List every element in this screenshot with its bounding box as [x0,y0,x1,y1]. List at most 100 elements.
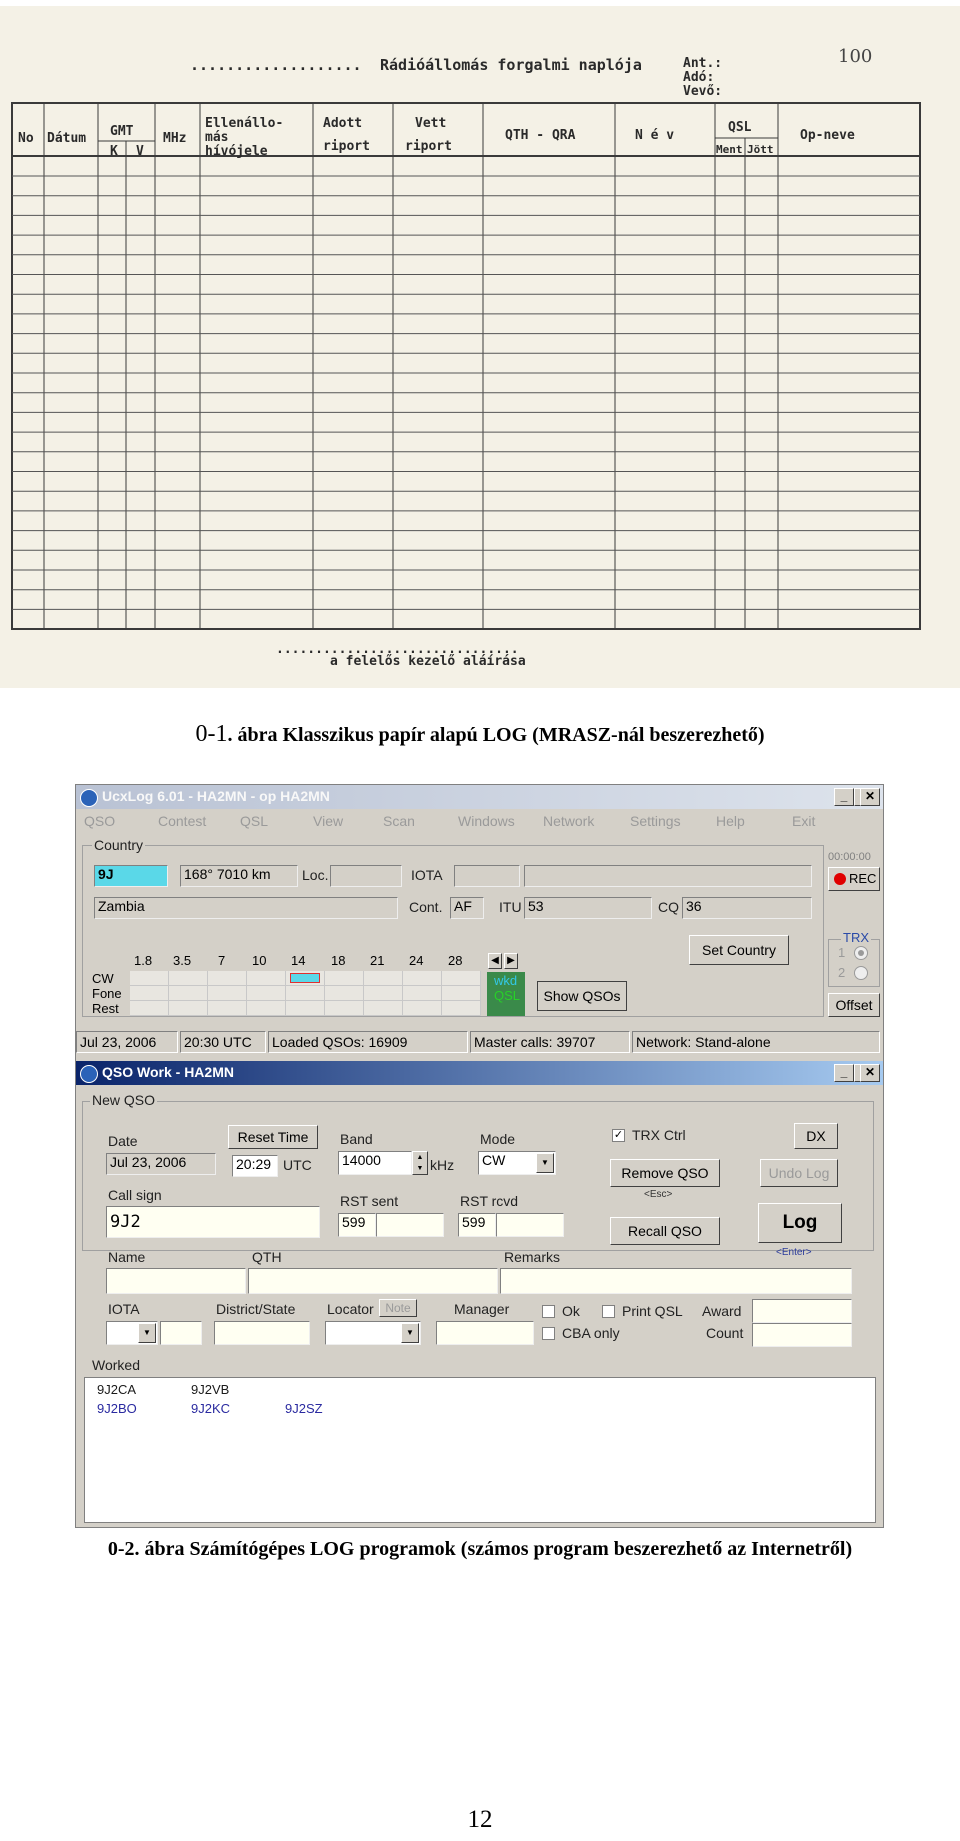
worked-9j2vb[interactable]: 9J2VB [191,1382,229,1397]
undo-log-button[interactable]: Undo Log [760,1159,838,1187]
print-qsl-label: Print QSL [622,1303,683,1319]
menu-settings[interactable]: Settings [630,813,681,829]
band-spinner-icon[interactable]: ▲ ▼ [412,1151,428,1175]
header-qth: QTH - QRA [505,128,576,143]
band-mode-cell [364,1001,403,1016]
rst-rcvd-label: RST rcvd [460,1193,519,1209]
itu-field: 53 [524,897,652,919]
band-mode-cell [403,971,442,986]
print-qsl-checkbox[interactable] [602,1305,615,1318]
menu-view[interactable]: View [313,813,343,829]
band-mode-cell [442,986,481,1001]
band-18: 18 [331,953,346,968]
time-field[interactable]: 20:29 [232,1155,278,1177]
district-field[interactable] [214,1321,310,1345]
cba-only-checkbox[interactable] [542,1327,555,1340]
log-button[interactable]: Log [758,1203,842,1243]
trx-option-2[interactable]: 2 [838,965,845,980]
figure-caption-1: 0-1. ábra Klasszikus papír alapú LOG (MR… [0,721,960,748]
mode-dropdown-icon[interactable]: ▼ [536,1153,554,1173]
menu-scan[interactable]: Scan [383,813,415,829]
remarks-field[interactable] [500,1268,852,1294]
menu-help[interactable]: Help [716,813,745,829]
band-mode-cell [442,1001,481,1016]
band-7: 7 [218,953,226,968]
band-mode-cell [247,986,286,1001]
qsl-legend-label: QSL [494,988,521,1003]
band-field[interactable]: 14000 [338,1151,412,1175]
header-vett-2: riport [405,139,452,154]
ok-checkbox[interactable] [542,1305,555,1318]
status-bar: Jul 23, 2006 20:30 UTC Loaded QSOs: 1690… [76,1031,883,1053]
close-icon[interactable]: ✕ [860,788,880,806]
trx-option-1[interactable]: 1 [838,945,845,960]
remove-qso-button[interactable]: Remove QSO [610,1159,720,1187]
qth-field[interactable] [248,1268,498,1294]
locator-dropdown-icon[interactable]: ▼ [401,1323,419,1343]
manager-field[interactable] [436,1321,534,1345]
iota-dropdown-icon[interactable]: ▼ [138,1323,156,1343]
date-field[interactable]: Jul 23, 2006 [106,1153,216,1175]
rst-rcvd-extra-field[interactable] [496,1213,564,1237]
footer-signature-label: a felelős kezelő aláírása [330,654,526,669]
qso-close-icon[interactable]: ✕ [860,1064,880,1082]
scroll-right-icon[interactable]: ▶ [504,953,518,969]
worked-label: Worked [92,1357,140,1373]
menu-contest[interactable]: Contest [158,813,206,829]
rec-button[interactable]: REC [828,867,880,891]
header-gmt: GMT [110,124,134,139]
khz-label: kHz [430,1157,455,1173]
band-10: 10 [252,953,267,968]
offset-button[interactable]: Offset [828,993,880,1017]
menu-windows[interactable]: Windows [458,813,515,829]
call-sign-field[interactable]: 9J2 [106,1206,320,1238]
worked-9j2ca[interactable]: 9J2CA [97,1382,136,1397]
radio-1-icon[interactable] [854,946,868,960]
trx-ctrl-checkbox[interactable]: ✓ [612,1129,625,1142]
caption-2-text: . ábra Számítógépes LOG programok (számo… [134,1538,853,1560]
menu-network[interactable]: Network [543,813,594,829]
log-grid [11,102,921,630]
menu-qsl[interactable]: QSL [240,813,268,829]
mode-select[interactable]: CW ▼ [478,1151,556,1175]
mode-rest: Rest [92,1001,119,1016]
header-mhz: MHz [163,131,187,146]
menu-qso[interactable]: QSO [84,813,115,829]
header-gmt-v: V [136,144,144,159]
set-country-button[interactable]: Set Country [689,935,789,965]
band-mode-cell [169,1001,208,1016]
rst-sent-label: RST sent [340,1193,399,1209]
show-qsos-button[interactable]: Show QSOs [537,981,627,1011]
mode-value: CW [482,1152,506,1168]
cont-label: Cont. [409,899,443,915]
menu-exit[interactable]: Exit [792,813,815,829]
band-3-5: 3.5 [173,953,192,968]
minimize-icon[interactable]: _ [834,788,854,806]
rst-sent-field[interactable]: 599 [338,1213,376,1237]
note-button[interactable]: Note [379,1299,417,1317]
rst-rcvd-field[interactable]: 599 [458,1213,496,1237]
worked-list[interactable]: 9J2CA 9J2VB 9J2BO 9J2KC 9J2SZ [84,1377,876,1523]
rst-sent-extra-field[interactable] [376,1213,444,1237]
radio-2-icon[interactable] [854,966,868,980]
qso-minimize-icon[interactable]: _ [834,1064,854,1082]
district-label: District/State [216,1301,296,1317]
scroll-left-icon[interactable]: ◀ [488,953,502,969]
mode-fone: Fone [92,986,122,1001]
iota-select[interactable]: ▼ [106,1321,158,1345]
worked-9j2sz[interactable]: 9J2SZ [285,1401,323,1416]
prefix-field[interactable]: 9J [94,865,168,887]
locator-select[interactable]: ▼ [325,1321,421,1345]
worked-9j2kc[interactable]: 9J2KC [191,1401,230,1416]
iota-number-field[interactable] [160,1321,202,1345]
dx-button[interactable]: DX [794,1123,838,1149]
count-field[interactable] [752,1323,852,1347]
band-28: 28 [448,953,463,968]
name-field[interactable] [106,1268,246,1294]
band-mode-cell [286,986,325,1001]
ok-label: Ok [562,1303,580,1319]
reset-time-button[interactable]: Reset Time [228,1125,318,1149]
worked-9j2bo[interactable]: 9J2BO [97,1401,137,1416]
award-field[interactable] [752,1299,852,1323]
recall-qso-button[interactable]: Recall QSO [610,1217,720,1245]
